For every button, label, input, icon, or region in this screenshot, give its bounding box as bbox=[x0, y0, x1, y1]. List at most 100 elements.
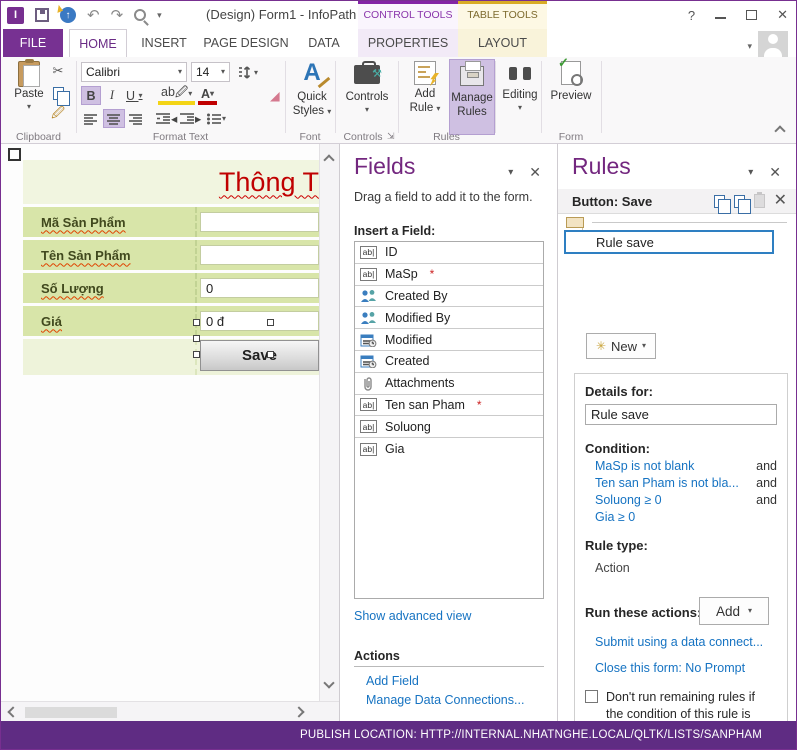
scrollbar-thumb[interactable] bbox=[25, 707, 117, 718]
add-field-link[interactable]: Add Field bbox=[366, 674, 419, 688]
bold-button[interactable]: B bbox=[81, 86, 101, 105]
rule-name-input[interactable]: Rule save bbox=[585, 404, 777, 425]
quick-styles-button[interactable]: A Quick Styles ▾ bbox=[289, 61, 335, 119]
tab-home[interactable]: HOME bbox=[69, 29, 127, 57]
font-size-select[interactable]: 14▾ bbox=[191, 62, 230, 82]
copy-icon[interactable] bbox=[49, 85, 67, 101]
tab-layout[interactable]: LAYOUT bbox=[458, 29, 547, 57]
redo-icon[interactable]: ↷ bbox=[111, 8, 124, 23]
maximize-button[interactable] bbox=[746, 10, 757, 20]
cut-icon[interactable]: ✂ bbox=[49, 63, 67, 79]
controls-button[interactable]: Controls▾ bbox=[341, 61, 393, 116]
align-left-icon[interactable] bbox=[81, 109, 101, 128]
condition-link[interactable]: MaSp is not blank bbox=[595, 459, 694, 473]
fields-hint: Drag a field to add it to the form. bbox=[354, 190, 533, 204]
rule-list-item-selected[interactable]: Rule save bbox=[564, 230, 774, 254]
close-button[interactable]: ✕ bbox=[777, 7, 788, 23]
selection-handle[interactable] bbox=[193, 319, 200, 326]
controls-dialog-launcher-icon[interactable]: ⇲ bbox=[387, 131, 395, 142]
underline-button[interactable]: U ▾ bbox=[123, 86, 146, 105]
selection-handle[interactable] bbox=[267, 351, 274, 358]
field-item-ten-san-pham[interactable]: ab| Ten san Pham* bbox=[355, 395, 543, 417]
show-advanced-view-link[interactable]: Show advanced view bbox=[354, 609, 471, 623]
preview-button[interactable]: Preview bbox=[547, 61, 595, 103]
input-ten-san-pham[interactable] bbox=[200, 245, 319, 265]
form-save-button[interactable]: Save bbox=[200, 340, 319, 371]
quick-publish-icon[interactable]: ↑ bbox=[60, 7, 76, 23]
font-color-icon[interactable]: A▾ bbox=[198, 86, 217, 105]
field-item-created-by[interactable]: Created By bbox=[355, 286, 543, 308]
field-item-gia[interactable]: ab| Gia bbox=[355, 438, 543, 460]
format-painter-icon[interactable]: 🖉 bbox=[49, 107, 67, 123]
ribbon-options-icon[interactable]: ▾ bbox=[747, 41, 752, 52]
pane-close-icon[interactable]: ✕ bbox=[529, 164, 541, 181]
undo-icon[interactable]: ↶ bbox=[87, 8, 100, 23]
help-button[interactable]: ? bbox=[688, 8, 695, 23]
add-action-button[interactable]: Add▾ bbox=[699, 597, 769, 625]
condition-link[interactable]: Soluong ≥ 0 bbox=[595, 493, 662, 507]
field-item-soluong[interactable]: ab| Soluong bbox=[355, 416, 543, 438]
paste-button[interactable]: Paste▾ bbox=[9, 61, 49, 113]
action-link-close[interactable]: Close this form: No Prompt bbox=[595, 661, 777, 675]
form-design-canvas[interactable]: Thông T Mã Sản Phẩm Tên Sản Phẩm Số Lượn… bbox=[1, 144, 319, 701]
new-rule-button[interactable]: ✳ New ▾ bbox=[586, 333, 656, 359]
selection-handle[interactable] bbox=[267, 319, 274, 326]
copy-rule-icon[interactable] bbox=[714, 195, 725, 208]
line-spacing-icon[interactable]: ▾ bbox=[235, 63, 261, 82]
collapse-ribbon-icon[interactable] bbox=[774, 125, 785, 136]
pane-menu-icon[interactable]: ▾ bbox=[748, 167, 753, 178]
font-name-select[interactable]: Calibri▾ bbox=[81, 62, 187, 82]
align-center-icon[interactable] bbox=[103, 109, 125, 128]
design-checker-icon[interactable] bbox=[134, 9, 146, 21]
tab-data[interactable]: DATA bbox=[298, 29, 350, 57]
delete-rule-icon[interactable]: ✕ bbox=[774, 193, 787, 209]
condition-link[interactable]: Ten san Pham is not bla... bbox=[595, 476, 739, 490]
increase-indent-icon[interactable]: ▸ bbox=[177, 109, 204, 128]
copy-all-rules-icon[interactable] bbox=[734, 195, 745, 208]
form-title-cell[interactable]: Thông T bbox=[23, 160, 319, 204]
pane-menu-icon[interactable]: ▾ bbox=[508, 167, 513, 178]
canvas-horizontal-scrollbar[interactable] bbox=[1, 701, 339, 723]
scroll-up-icon[interactable] bbox=[323, 154, 334, 165]
input-ma-san-pham[interactable] bbox=[200, 212, 319, 232]
infopath-app-icon[interactable]: I bbox=[7, 7, 24, 24]
condition-link[interactable]: Gia ≥ 0 bbox=[595, 510, 635, 524]
manage-rules-button[interactable]: Manage Rules bbox=[449, 59, 495, 135]
highlight-color-icon[interactable]: ab🖉▾ bbox=[158, 86, 195, 105]
bullets-icon[interactable]: ▾ bbox=[204, 109, 229, 128]
editing-button[interactable]: Editing▾ bbox=[499, 61, 541, 114]
stop-rules-checkbox[interactable] bbox=[585, 690, 598, 703]
field-item-created[interactable]: Created bbox=[355, 351, 543, 373]
tab-insert[interactable]: INSERT bbox=[134, 29, 194, 57]
field-item-attachments[interactable]: Attachments bbox=[355, 373, 543, 395]
field-item-modified-by[interactable]: Modified By bbox=[355, 307, 543, 329]
input-gia[interactable]: 0 đ bbox=[200, 311, 319, 331]
minimize-button[interactable] bbox=[715, 17, 726, 19]
manage-data-connections-link[interactable]: Manage Data Connections... bbox=[366, 693, 524, 707]
input-so-luong[interactable]: 0 bbox=[200, 278, 319, 298]
user-avatar[interactable] bbox=[758, 31, 788, 57]
italic-button[interactable]: I bbox=[104, 86, 120, 105]
scroll-right-icon[interactable] bbox=[293, 706, 304, 717]
text-field-icon: ab| bbox=[360, 420, 377, 433]
field-item-modified[interactable]: Modified bbox=[355, 329, 543, 351]
action-link-submit[interactable]: Submit using a data connect... bbox=[595, 635, 777, 649]
tab-properties[interactable]: PROPERTIES bbox=[358, 29, 458, 57]
tab-file[interactable]: FILE bbox=[3, 29, 63, 57]
customize-qat-icon[interactable]: ▾ bbox=[157, 10, 162, 21]
selection-handle[interactable] bbox=[193, 335, 200, 342]
canvas-vertical-scrollbar[interactable] bbox=[319, 144, 339, 701]
scroll-left-icon[interactable] bbox=[7, 706, 18, 717]
save-icon[interactable] bbox=[35, 8, 49, 22]
selection-handle[interactable] bbox=[193, 351, 200, 358]
clear-formatting-icon[interactable]: ◢ bbox=[267, 86, 283, 105]
table-select-handle[interactable] bbox=[8, 148, 21, 161]
paste-rule-icon[interactable] bbox=[754, 194, 765, 208]
field-item-masp[interactable]: ab| MaSp* bbox=[355, 264, 543, 286]
add-rule-button[interactable]: Add Rule ▾ bbox=[404, 61, 446, 116]
align-right-icon[interactable] bbox=[126, 109, 146, 128]
field-item-id[interactable]: ab| ID bbox=[355, 242, 543, 264]
pane-close-icon[interactable]: ✕ bbox=[769, 164, 781, 181]
tab-page-design[interactable]: PAGE DESIGN bbox=[201, 29, 291, 57]
scroll-down-icon[interactable] bbox=[323, 677, 334, 688]
